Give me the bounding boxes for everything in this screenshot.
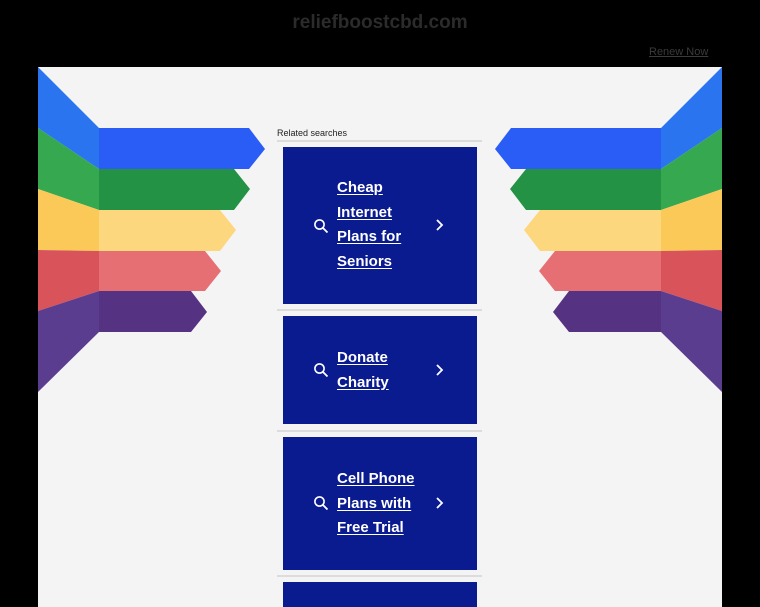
related-search-label: Cheap Internet Plans for Seniors (337, 179, 402, 270)
related-search-card[interactable]: Cheap Internet Plans for Seniors (283, 147, 477, 304)
related-search-card[interactable]: Cell Phone Plans with Free Trial (283, 437, 477, 570)
left-stripes (38, 67, 265, 392)
search-icon (314, 363, 329, 378)
related-searches-label: Related searches (277, 128, 348, 138)
chevron-right-icon (436, 364, 444, 376)
search-icon (314, 219, 329, 234)
divider (277, 430, 482, 432)
site-title: reliefboostcbd.com (292, 12, 468, 33)
related-search-card[interactable]: Donate Charity (283, 316, 477, 424)
content-panel: Related searches Cheap Internet Plans fo… (38, 67, 722, 607)
divider (277, 575, 482, 577)
divider (277, 140, 482, 142)
chevron-right-icon (436, 219, 444, 231)
search-icon (314, 496, 329, 511)
divider (277, 309, 482, 311)
related-search-card-partial[interactable] (283, 582, 477, 607)
renew-now-link[interactable]: Renew Now (649, 46, 708, 58)
chevron-right-icon (436, 497, 444, 509)
related-search-label: Donate Charity (337, 349, 389, 391)
right-stripes (495, 67, 722, 392)
related-search-label: Cell Phone Plans with Free Trial (337, 470, 415, 536)
